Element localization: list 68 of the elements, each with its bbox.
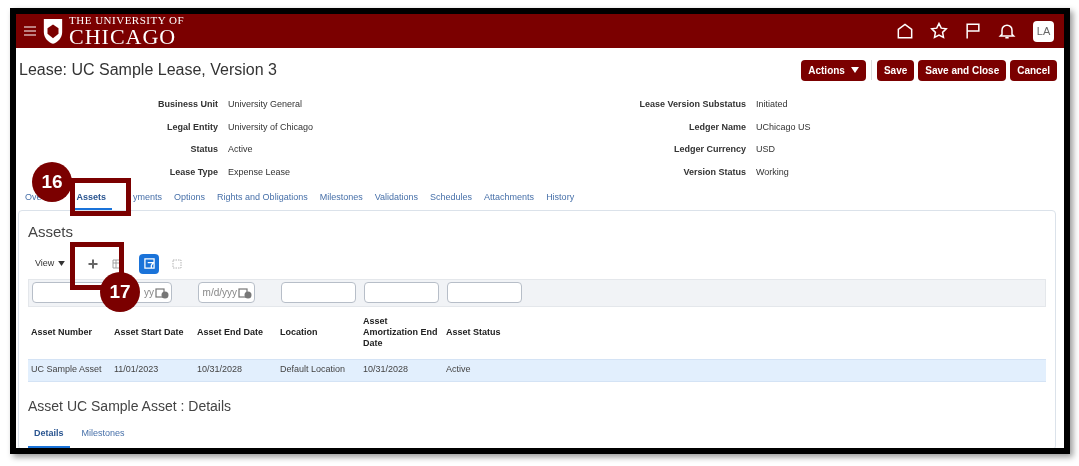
filter-field[interactable]: [447, 282, 522, 303]
page-title: Lease: UC Sample Lease, Version 3: [19, 60, 277, 80]
tab[interactable]: Attachments: [484, 190, 535, 210]
tab[interactable]: Schedules: [430, 190, 473, 210]
user-avatar[interactable]: LA: [1033, 20, 1054, 42]
field-value: Initiated: [756, 98, 789, 111]
table-cell-text: 11/01/2023: [114, 363, 160, 377]
field-value: Expense Lease: [228, 165, 292, 179]
star-icon[interactable]: [929, 21, 949, 41]
table-cell-text: Default Location: [280, 363, 347, 377]
section-heading: Assets: [28, 222, 74, 242]
tab[interactable]: History: [546, 190, 575, 210]
table-row[interactable]: UC Sample Asset 11/01/2023 10/31/2028 Default Location 10/31/2028 Active: [28, 358, 1046, 382]
table-cell-text: 10/31/2028: [197, 363, 244, 377]
caret-icon: [850, 67, 859, 73]
flag-icon[interactable]: [963, 21, 983, 41]
date-placeholder: m/d/yyy: [202, 286, 237, 300]
field-value: Active: [228, 143, 254, 156]
field-value: USD: [756, 143, 776, 156]
filter-toggle-icon[interactable]: [139, 253, 160, 274]
tab[interactable]: yments: [133, 190, 163, 210]
tab[interactable]: Assets: [70, 190, 113, 210]
caret-icon[interactable]: [58, 261, 66, 266]
field-label: Status: [189, 143, 218, 156]
field-label: Legal Entity: [166, 120, 218, 134]
tab[interactable]: Validations: [374, 190, 419, 210]
toolbar-button[interactable]: Cancel: [1010, 59, 1057, 81]
field-label: Lease Version Substatus: [638, 98, 746, 111]
calendar-icon[interactable]: [238, 286, 252, 299]
toolbar-button[interactable]: Save: [876, 59, 915, 81]
tab[interactable]: Milestones: [319, 190, 363, 210]
field-label: Lease Type: [168, 165, 218, 179]
field-label: Ledger Currency: [672, 143, 746, 156]
crest-icon: [42, 17, 64, 45]
section-heading: Asset UC Sample Asset : Details: [28, 396, 233, 416]
tab[interactable]: Rights and Obligations: [217, 190, 308, 210]
field-value: UChicago US: [756, 120, 811, 134]
column-header: Asset Status: [446, 327, 502, 338]
add-icon[interactable]: [87, 257, 100, 270]
table-cell-text: Active: [446, 363, 472, 377]
menu-icon[interactable]: [22, 23, 38, 39]
field-label: Business Unit: [157, 98, 218, 111]
date-filter-field[interactable]: m/d/yyy: [198, 282, 255, 303]
tab[interactable]: Options: [174, 190, 206, 210]
logo-top-text: THE UNIVERSITY OF: [69, 14, 185, 26]
column-header: Asset Number: [31, 327, 94, 338]
actions-menu-button[interactable]: Actions: [801, 59, 866, 81]
calendar-icon[interactable]: [155, 286, 169, 299]
view-menu[interactable]: View: [35, 256, 55, 271]
toolbar-button[interactable]: Save and Close: [918, 59, 1007, 81]
column-header: Asset End Date: [197, 327, 265, 338]
tab[interactable]: Milestones: [75, 426, 131, 448]
field-value: University of Chicago: [228, 120, 315, 134]
column-header: Asset Start Date: [114, 327, 185, 338]
home-icon[interactable]: [895, 21, 915, 41]
table-cell-text: UC Sample Asset: [31, 363, 103, 377]
column-header: Location: [280, 327, 319, 338]
column-header: Asset Amortization End Date: [363, 316, 439, 349]
filter-field[interactable]: [281, 282, 356, 303]
logo-bottom-text: CHICAGO: [69, 25, 177, 48]
field-label: Ledger Name: [687, 120, 746, 134]
field-label: Version Status: [682, 165, 746, 179]
date-placeholder: yy: [144, 286, 154, 300]
filter-field[interactable]: [364, 282, 439, 303]
tab[interactable]: Details: [28, 426, 70, 448]
table-cell-text: 10/31/2028: [363, 363, 410, 377]
field-value: University General: [228, 98, 304, 111]
field-value: Working: [756, 165, 790, 179]
